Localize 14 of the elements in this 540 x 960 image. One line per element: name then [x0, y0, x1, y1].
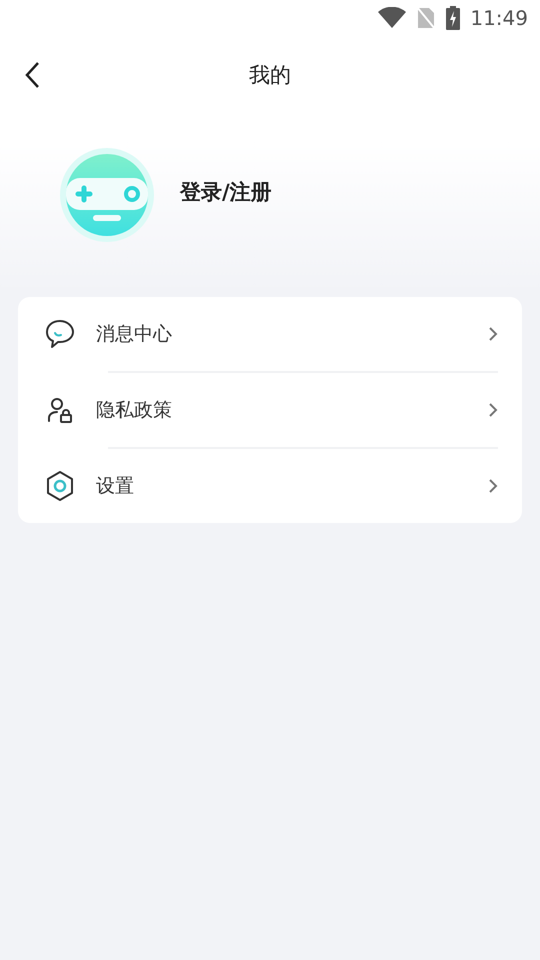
no-sim-icon [416, 6, 436, 30]
menu-item[interactable]: 消息中心 [18, 297, 522, 371]
chevron-right-icon [488, 326, 498, 342]
menu-item[interactable]: 隐私政策 [18, 373, 522, 447]
menu-item[interactable]: 设置 [18, 449, 522, 523]
battery-charging-icon [446, 6, 460, 30]
chat-bubble-icon [44, 318, 76, 350]
status-time: 11:49 [470, 6, 528, 30]
page-title: 我的 [249, 62, 291, 89]
login-register-link[interactable]: 登录/注册 [180, 178, 272, 206]
chevron-right-icon [488, 478, 498, 494]
wifi-icon [378, 7, 406, 29]
settings-icon [44, 470, 76, 502]
chevron-right-icon [488, 402, 498, 418]
